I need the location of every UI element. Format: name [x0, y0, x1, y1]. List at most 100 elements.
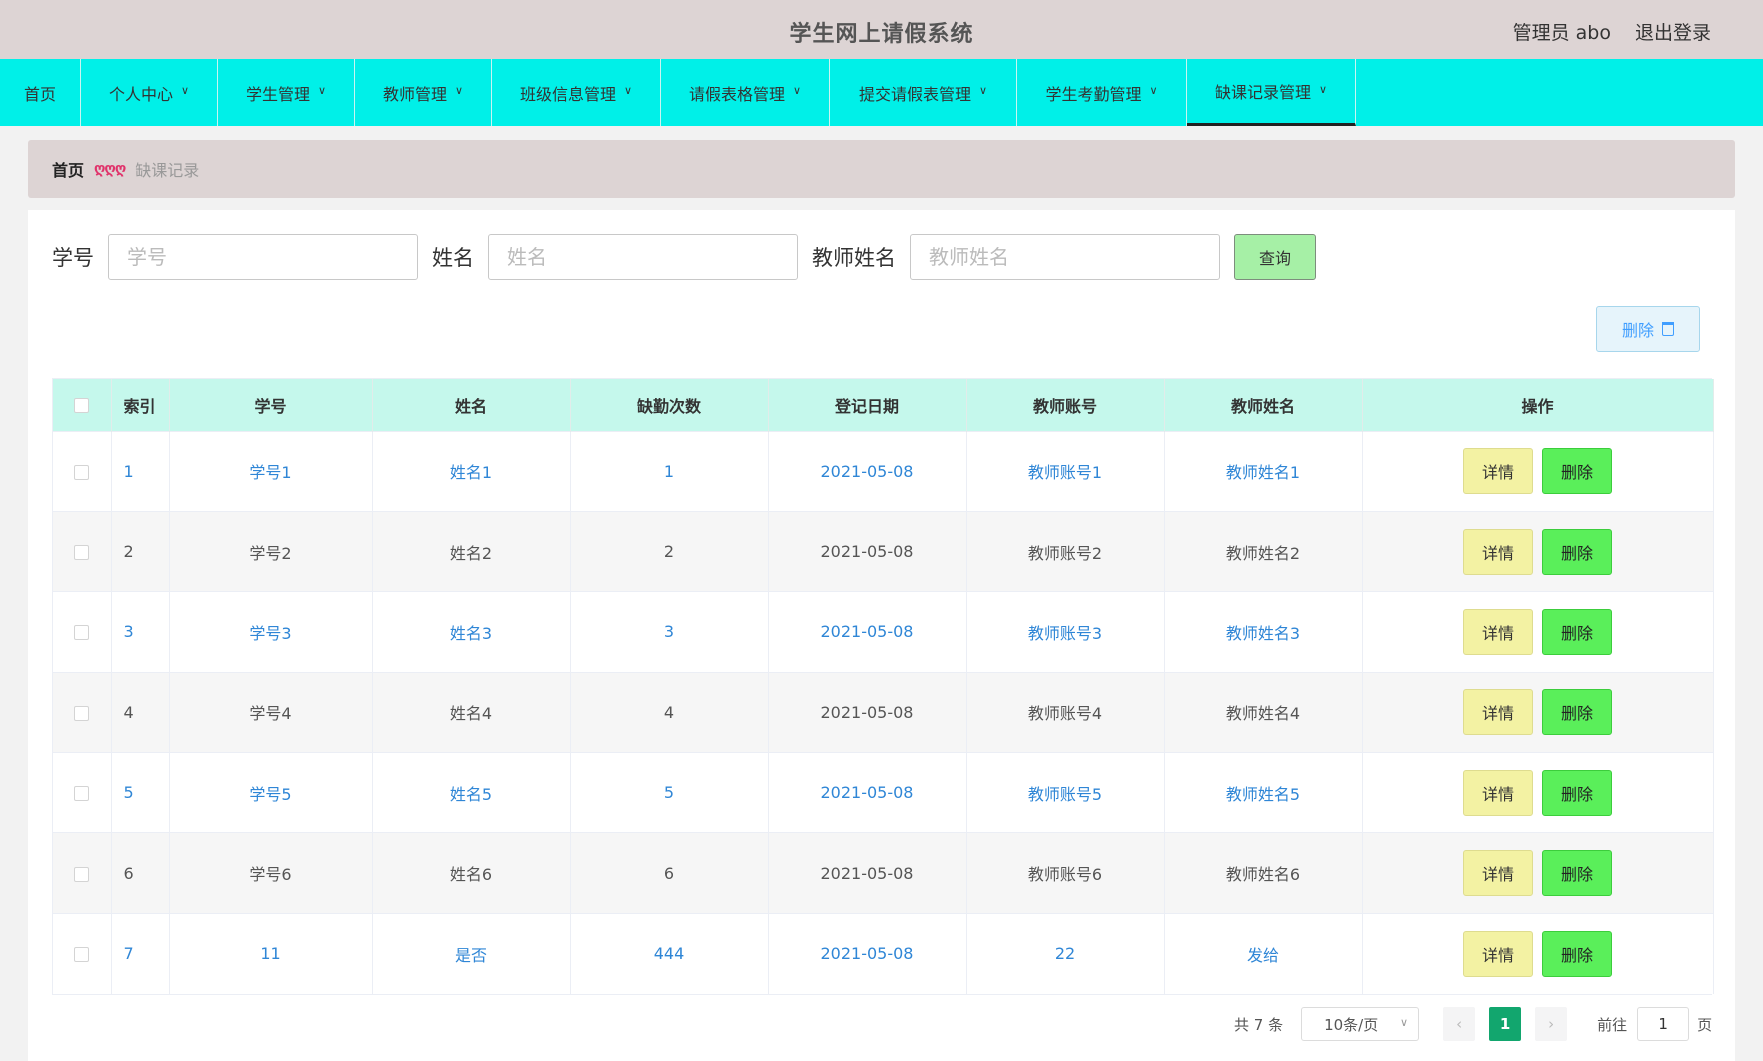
- nav-leave-form-management[interactable]: 请假表格管理 ∨: [661, 59, 830, 126]
- name-label: 姓名: [432, 246, 474, 270]
- table-row: 1 学号1 姓名1 1 2021-05-08 教师账号1 教师姓名1 详情 删除: [53, 430, 1714, 512]
- name-cell: 姓名2: [372, 510, 571, 592]
- delete-button[interactable]: 删除: [1542, 850, 1612, 897]
- row-checkbox[interactable]: [74, 947, 90, 963]
- teacher-name-input[interactable]: [910, 234, 1220, 280]
- page-size-select[interactable]: 10条/页 ∨: [1301, 1007, 1420, 1041]
- index-cell: 2: [111, 510, 170, 592]
- row-checkbox[interactable]: [74, 866, 90, 882]
- nav-home[interactable]: 首页: [0, 59, 81, 126]
- student-id-label: 学号: [52, 246, 94, 270]
- column-header: 学号: [169, 379, 373, 431]
- actions-cell: 详情 删除: [1362, 591, 1714, 673]
- nav-attendance-management[interactable]: 学生考勤管理 ∨: [1017, 59, 1187, 126]
- teacher-account-cell: 教师账号6: [966, 832, 1165, 914]
- nav-personal-center[interactable]: 个人中心 ∨: [81, 59, 218, 126]
- delete-button[interactable]: 删除: [1542, 689, 1612, 736]
- nav-label: 学生考勤管理: [1045, 84, 1142, 104]
- select-all-checkbox[interactable]: [74, 398, 90, 414]
- nav-label: 首页: [23, 84, 56, 104]
- name-cell: 姓名5: [372, 752, 571, 833]
- column-header: 教师账号: [966, 379, 1165, 431]
- teacher-name-cell: 教师姓名6: [1164, 832, 1363, 914]
- app-title: 学生网上请假系统: [789, 22, 974, 47]
- row-checkbox[interactable]: [74, 545, 90, 561]
- teacher-name-cell: 教师姓名2: [1164, 510, 1363, 592]
- register-date-cell: 2021-05-08: [768, 832, 967, 914]
- page-number-1[interactable]: 1: [1489, 1007, 1522, 1041]
- breadcrumb-separator-icon: ღღღ: [94, 161, 126, 177]
- row-checkbox[interactable]: [74, 464, 90, 480]
- nav-submitted-leave-management[interactable]: 提交请假表管理 ∨: [830, 59, 1017, 126]
- logout-link[interactable]: 退出登录: [1635, 18, 1711, 45]
- register-date-cell: 2021-05-08: [768, 912, 967, 994]
- name-input[interactable]: [488, 234, 798, 280]
- row-select-cell: [53, 510, 112, 592]
- detail-button[interactable]: 详情: [1463, 608, 1533, 655]
- row-select-cell: [53, 752, 112, 833]
- teacher-account-cell: 教师账号4: [966, 671, 1165, 753]
- detail-button[interactable]: 详情: [1463, 689, 1533, 736]
- teacher-name-cell: 发给: [1164, 912, 1363, 994]
- chevron-down-icon: ∨: [623, 84, 633, 97]
- nav-teacher-management[interactable]: 教师管理 ∨: [355, 59, 492, 126]
- name-cell: 姓名1: [372, 430, 571, 512]
- delete-button[interactable]: 删除: [1542, 608, 1612, 655]
- goto-page-input[interactable]: [1637, 1007, 1690, 1041]
- table-row: 7 11 是否 444 2021-05-08 22 发给 详情 删除: [53, 912, 1714, 994]
- name-cell: 姓名4: [372, 671, 571, 753]
- chevron-down-icon: ∨: [454, 84, 464, 97]
- student-id-cell: 学号6: [169, 832, 373, 914]
- row-checkbox[interactable]: [74, 625, 90, 641]
- chevron-down-icon: ∨: [317, 84, 327, 97]
- nav-label: 缺课记录管理: [1214, 83, 1311, 102]
- row-select-cell: [53, 591, 112, 673]
- row-checkbox[interactable]: [74, 705, 90, 721]
- breadcrumb-home[interactable]: 首页: [52, 157, 84, 181]
- page-unit-label: 页: [1697, 1015, 1713, 1034]
- search-form: 学号 姓名 教师姓名 查询: [52, 234, 1316, 280]
- absence-count-cell: 5: [570, 752, 769, 833]
- student-id-cell: 学号5: [169, 752, 373, 833]
- index-cell: 5: [111, 752, 170, 833]
- delete-button[interactable]: 删除: [1542, 528, 1612, 575]
- register-date-cell: 2021-05-08: [768, 752, 967, 833]
- absence-count-cell: 6: [570, 832, 769, 914]
- top-header: 学生网上请假系统 管理员 abo 退出登录: [0, 0, 1763, 59]
- delete-button[interactable]: 删除: [1542, 448, 1612, 495]
- prev-page-button[interactable]: ‹: [1443, 1007, 1476, 1041]
- nav-absence-records-management[interactable]: 缺课记录管理 ∨: [1187, 59, 1356, 126]
- chevron-down-icon: ∨: [1318, 82, 1328, 96]
- row-checkbox[interactable]: [74, 786, 90, 802]
- absence-count-cell: 444: [570, 912, 769, 994]
- column-header: 缺勤次数: [570, 379, 769, 431]
- actions-cell: 详情 删除: [1362, 912, 1714, 994]
- delete-button[interactable]: 删除: [1542, 769, 1612, 816]
- delete-button[interactable]: 删除: [1542, 930, 1612, 977]
- teacher-account-cell: 教师账号3: [966, 591, 1165, 673]
- detail-button[interactable]: 详情: [1463, 528, 1533, 575]
- detail-button[interactable]: 详情: [1463, 448, 1533, 495]
- nav-label: 提交请假表管理: [858, 84, 971, 104]
- goto-label: 前往: [1597, 1015, 1628, 1034]
- register-date-cell: 2021-05-08: [768, 591, 967, 673]
- nav-student-management[interactable]: 学生管理 ∨: [218, 59, 355, 126]
- next-page-button[interactable]: ›: [1535, 1007, 1568, 1041]
- nav-class-info-management[interactable]: 班级信息管理 ∨: [492, 59, 661, 126]
- student-id-input[interactable]: [108, 234, 418, 280]
- main-nav: 首页 个人中心 ∨ 学生管理 ∨ 教师管理 ∨ 班级信息管理 ∨ 请假表格管理 …: [0, 59, 1763, 126]
- absence-count-cell: 1: [570, 430, 769, 512]
- chevron-down-icon: ∨: [978, 84, 988, 97]
- teacher-account-cell: 教师账号5: [966, 752, 1165, 833]
- batch-delete-button[interactable]: 删除: [1596, 306, 1700, 352]
- breadcrumb: 首页 ღღღ 缺课记录: [28, 140, 1735, 198]
- detail-button[interactable]: 详情: [1463, 850, 1533, 897]
- query-button[interactable]: 查询: [1234, 234, 1316, 280]
- table-row: 6 学号6 姓名6 6 2021-05-08 教师账号6 教师姓名6 详情 删除: [53, 832, 1714, 914]
- register-date-cell: 2021-05-08: [768, 671, 967, 753]
- detail-button[interactable]: 详情: [1463, 930, 1533, 977]
- actions-cell: 详情 删除: [1362, 832, 1714, 914]
- actions-cell: 详情 删除: [1362, 752, 1714, 833]
- absence-count-cell: 2: [570, 510, 769, 592]
- detail-button[interactable]: 详情: [1463, 769, 1533, 816]
